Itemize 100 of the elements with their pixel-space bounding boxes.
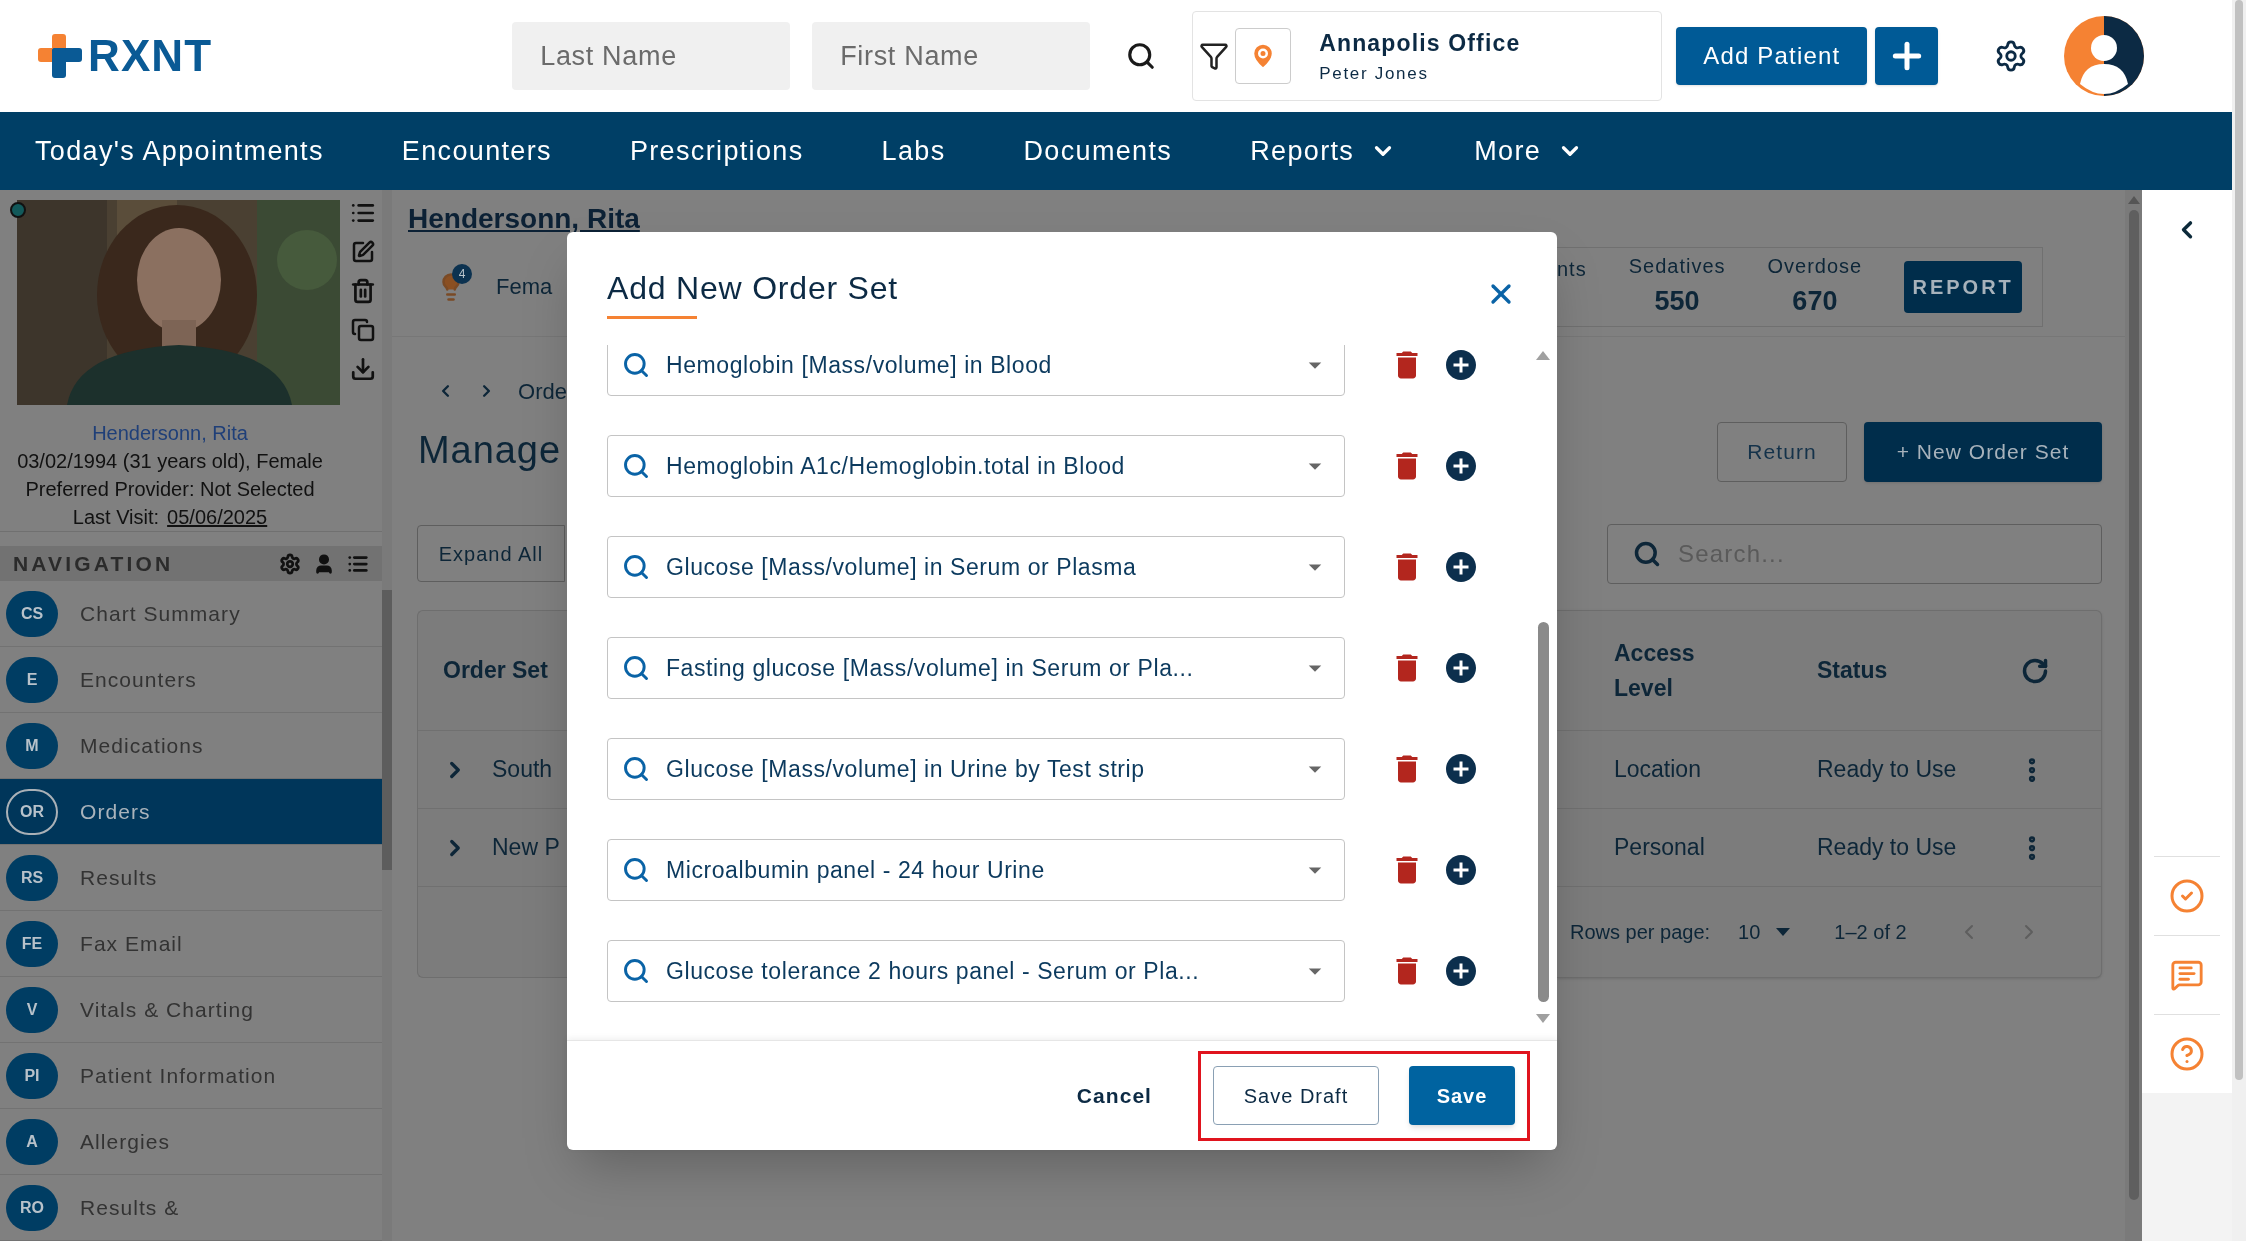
add-patient-button[interactable]: Add Patient (1676, 27, 1868, 85)
page-range: 1–2 of 2 (1834, 920, 1907, 945)
navigation-label: Vitals & Charting (80, 996, 254, 1023)
navigation-title: NAVIGATION (13, 550, 174, 577)
user-icon[interactable] (313, 552, 335, 575)
filter-icon (1199, 41, 1230, 71)
save-button[interactable]: Save (1409, 1066, 1515, 1125)
name-search-field[interactable]: Last Name (512, 22, 791, 90)
navigation-item[interactable]: RS Results (0, 845, 382, 911)
initials-badge: M (6, 722, 58, 769)
search-icon (622, 856, 650, 884)
order-search-field[interactable]: Fasting glucose [Mass/volume] in Serum or Pla... (607, 637, 1345, 699)
navigation-label: Results & (80, 1194, 180, 1221)
navigation-label: Encounters (80, 666, 197, 693)
add-button[interactable] (1875, 27, 1939, 85)
menu-item[interactable]: Encounters (401, 130, 552, 172)
initials-badge: RS (6, 854, 58, 901)
menu-item[interactable]: Reports (1250, 130, 1397, 172)
dialog-title: Add New Order Set (607, 269, 899, 308)
page-heading: Manage (418, 427, 562, 473)
refresh-icon[interactable] (2021, 656, 2049, 685)
table-cell-text: Ready to Use (1817, 755, 1957, 785)
column-header: Order Set (443, 656, 548, 686)
edit-icon[interactable] (351, 240, 375, 264)
help-icon[interactable] (2169, 1035, 2205, 1072)
patient-title-link[interactable]: Hendersonn, Rita (408, 205, 640, 237)
table-cell-text: New P (492, 833, 560, 863)
order-search-field[interactable]: Hemoglobin A1c/Hemoglobin.total in Blood (607, 435, 1345, 497)
user-name: Peter Jones (1319, 62, 1430, 85)
search-icon (622, 957, 650, 985)
rows-per-page-label: Rows per page: (1570, 920, 1711, 945)
menu-item[interactable]: Labs (881, 130, 946, 172)
user-avatar[interactable] (2064, 16, 2145, 96)
navigation-item[interactable]: PI Patient Information (0, 1043, 382, 1109)
location-selector[interactable]: Annapolis Office Peter Jones (1192, 11, 1663, 101)
column-header: Access Level (1614, 638, 1696, 703)
navigation-item[interactable]: FE Fax Email (0, 911, 382, 977)
logo-cross-icon (38, 34, 82, 78)
table-cell-text: Location (1614, 755, 1702, 785)
menu-item[interactable]: Documents (1023, 130, 1173, 172)
initials-badge: V (6, 986, 58, 1033)
order-search-field[interactable]: Microalbumin panel - 24 hour Urine (607, 839, 1345, 901)
stat-label: nts (1557, 256, 1587, 282)
menu-item[interactable]: Prescriptions (629, 130, 804, 172)
initials-badge: OR (6, 788, 58, 835)
add-icon[interactable] (1443, 953, 1479, 989)
navigation-label: Results (80, 864, 158, 891)
column-header: Status (1817, 656, 1888, 686)
add-icon[interactable] (1443, 852, 1479, 888)
alert-count-badge: 4 (452, 263, 472, 284)
search-icon (622, 755, 650, 783)
search-icon (622, 452, 650, 480)
initials-badge: CS (6, 590, 58, 637)
initials-badge: FE (6, 920, 58, 967)
save-draft-button[interactable]: Save Draft (1213, 1066, 1379, 1125)
navigation-item[interactable]: A Allergies (0, 1109, 382, 1175)
last-visit-label: Last Visit: (72, 505, 160, 530)
preferred-provider: Preferred Provider: Not Selected (25, 477, 315, 502)
order-search-field[interactable]: Glucose [Mass/volume] in Urine by Test strip (607, 738, 1345, 800)
check-circle-icon[interactable] (2169, 877, 2205, 914)
rows-per-page-select[interactable]: 10 (1738, 917, 1791, 947)
navigation-item[interactable]: RO Results & (0, 1175, 382, 1241)
download-icon[interactable] (350, 356, 376, 382)
stat-label: Overdose (1767, 254, 1863, 280)
table-cell-text: Ready to Use (1817, 833, 1957, 863)
order-search-field[interactable]: Glucose [Mass/volume] in Serum or Plasma (607, 536, 1345, 598)
expand-all-button[interactable]: Expand All (417, 525, 565, 582)
navigation-label: Orders (80, 798, 151, 825)
navigation-item[interactable]: V Vitals & Charting (0, 977, 382, 1043)
navigation-item[interactable]: OR Orders (0, 779, 382, 845)
initials-badge: PI (6, 1052, 58, 1099)
search-icon (622, 351, 650, 379)
cancel-button[interactable]: Cancel (1076, 1079, 1152, 1112)
stat-label: Sedatives (1628, 254, 1726, 280)
add-icon[interactable] (1443, 448, 1479, 484)
search-icon (622, 654, 650, 682)
gender-text: Fema (496, 273, 553, 301)
search-icon[interactable] (1126, 41, 1157, 71)
add-icon[interactable] (1443, 650, 1479, 686)
last-visit-date[interactable]: 05/06/2025 (167, 503, 268, 531)
search-icon (1633, 540, 1661, 568)
add-icon[interactable] (1443, 347, 1479, 383)
order-search-field[interactable]: Hemoglobin [Mass/volume] in Blood (607, 345, 1345, 396)
report-button[interactable]: REPORT (1904, 260, 2022, 313)
new-order-set-button[interactable]: + New Order Set (1864, 422, 2102, 482)
add-icon[interactable] (1443, 751, 1479, 787)
navigation-item[interactable]: CS Chart Summary (0, 581, 382, 647)
caret-icon (1776, 928, 1791, 936)
navigation-item[interactable]: E Encounters (0, 647, 382, 713)
order-search-field[interactable]: Glucose tolerance 2 hours panel - Serum or Pla... (607, 940, 1345, 1002)
menu-item[interactable]: More (1474, 130, 1584, 172)
copy-icon[interactable] (351, 318, 375, 342)
add-icon[interactable] (1443, 549, 1479, 585)
initials-badge: E (6, 656, 58, 703)
initials-badge: A (6, 1118, 58, 1165)
menu-item[interactable]: Today's Appointments (35, 130, 324, 172)
name-search-field[interactable]: First Name (812, 22, 1091, 90)
table-cell-text: Personal (1614, 833, 1706, 863)
trash-icon[interactable] (350, 278, 376, 304)
breadcrumb: Orde (518, 377, 567, 406)
